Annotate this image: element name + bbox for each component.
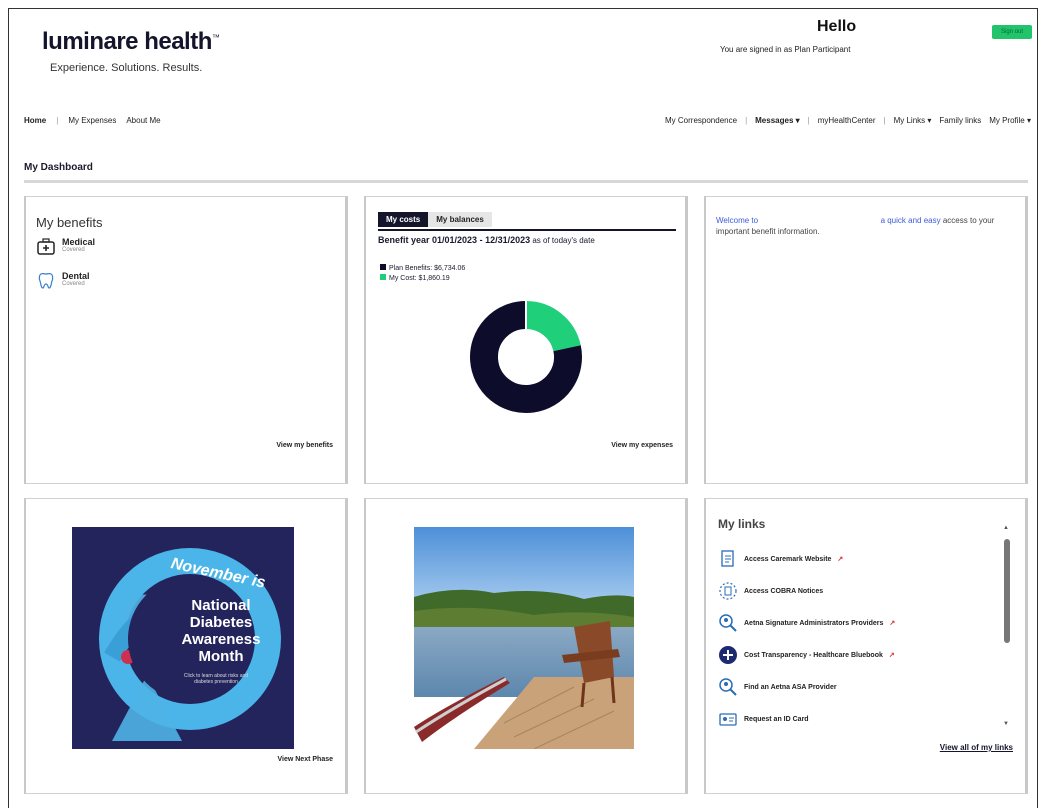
logo: luminare health™ [42,28,220,55]
donut-slice-my-cost [525,301,581,352]
view-all-links[interactable]: View all of my links [940,743,1013,752]
link-caremark[interactable]: Access Caremark Website ↗ [718,549,843,569]
document-icon [719,582,737,600]
nav-my-links[interactable]: My Links ▾ [894,116,932,125]
external-link-icon: ↗ [888,652,895,659]
costs-card: My costs My balances Benefit year 01/01/… [364,196,688,484]
nav-about-me[interactable]: About Me [126,116,160,125]
promo-card: November is National Diabetes Awareness … [24,498,348,794]
welcome-card: Welcome to a quick and easy access to yo… [704,196,1028,484]
nav-divider: | [745,116,748,125]
costs-donut-chart [470,301,582,413]
sign-out-button[interactable]: Sign out [992,25,1032,39]
benefit-year-suffix: as of today's date [532,236,595,245]
scroll-down-icon[interactable]: ▼ [1003,721,1009,727]
benefits-title: My benefits [36,215,103,230]
nav-divider: | [807,116,810,125]
link-id-card[interactable]: Request an ID Card [718,709,809,729]
link-find-provider[interactable]: Find an Aetna ASA Provider [718,677,837,697]
benefit-year-range: Benefit year 01/01/2023 - 12/31/2023 [378,235,531,245]
view-next-phase-link[interactable]: View Next Phase [277,756,333,763]
benefit-status: Covered [62,281,85,287]
promo-caption: Click to learn about risks and diabetes … [183,673,249,685]
links-title: My links [718,517,766,531]
secondary-nav: My Correspondence | Messages ▾ | myHealt… [665,116,1031,125]
scrollbar-thumb[interactable] [1004,539,1010,643]
nav-family-links[interactable]: Family links [939,116,981,125]
benefit-name: Dental [62,271,90,281]
external-link-icon: ↗ [889,620,896,627]
link-cobra[interactable]: Access COBRA Notices [718,581,823,601]
cost-legend: Plan Benefits: $6,734.06 My Cost: $1,860… [380,264,465,284]
external-link-icon: ↗ [837,556,844,563]
scroll-up-icon[interactable]: ▲ [1003,525,1009,531]
primary-nav: Home | My Expenses About Me [24,116,161,125]
lake-dock-photo [414,527,634,749]
benefit-medical[interactable]: Medical Covered [36,237,95,257]
view-benefits-link[interactable]: View my benefits [276,442,333,449]
page-title: My Dashboard [24,162,93,173]
welcome-text-start: Welcome to [716,216,759,225]
nav-my-correspondence[interactable]: My Correspondence [665,116,737,125]
view-expenses-link[interactable]: View my expenses [611,442,673,449]
nav-my-profile[interactable]: My Profile ▾ [989,116,1031,125]
tagline: Experience. Solutions. Results. [50,62,203,74]
legend-swatch [380,264,386,270]
legend-plan-benefits: Plan Benefits: $6,734.06 [380,264,465,274]
link-aetna-providers[interactable]: Aetna Signature Administrators Providers… [718,613,895,633]
search-person-icon [719,614,737,632]
nav-messages[interactable]: Messages ▾ [755,116,799,125]
nav-divider: | [883,116,886,125]
greeting: Hello [817,18,857,35]
search-person-icon [719,678,737,696]
id-card-icon [719,713,737,726]
legend-swatch [380,274,386,280]
signed-in-text: You are signed in as Plan Participant [720,45,851,54]
clipboard-icon [721,550,734,567]
tab-underline [378,229,676,231]
nav-divider: | [56,116,59,125]
links-card: My links Access Caremark Website ↗ Access… [704,498,1028,794]
benefit-status: Covered [62,247,85,253]
promo-headline: National Diabetes Awareness Month [181,597,261,665]
benefit-name: Medical [62,237,96,247]
welcome-link[interactable]: a quick and easy [881,216,941,225]
tab-my-costs[interactable]: My costs [378,212,429,227]
tab-my-balances[interactable]: My balances [428,212,492,227]
benefits-card: My benefits Medical Covered Dental Cover… [24,196,348,484]
legend-my-cost: My Cost: $1,860.19 [380,274,465,284]
title-divider [24,180,1028,183]
nav-myhealthcenter[interactable]: myHealthCenter [818,116,876,125]
welcome-text: Welcome to a quick and easy access to yo… [716,215,1006,237]
medical-kit-icon [37,238,55,255]
benefit-year: Benefit year 01/01/2023 - 12/31/2023 as … [378,235,678,246]
welcome-text-end: access to your important benefit informa… [716,216,995,236]
cost-tabs: My costs My balances [378,212,492,227]
link-cost-transparency[interactable]: Cost Transparency - Healthcare Bluebook ↗ [718,645,895,665]
benefit-dental[interactable]: Dental Covered [36,271,90,291]
nav-home[interactable]: Home [24,116,46,125]
tooth-icon [38,272,54,289]
plus-circle-icon [719,646,737,664]
diabetes-awareness-banner[interactable]: November is National Diabetes Awareness … [72,527,294,749]
nav-my-expenses[interactable]: My Expenses [68,116,116,125]
photo-card [364,498,688,794]
links-scrollbar[interactable]: ▲ ▼ [1003,521,1011,727]
